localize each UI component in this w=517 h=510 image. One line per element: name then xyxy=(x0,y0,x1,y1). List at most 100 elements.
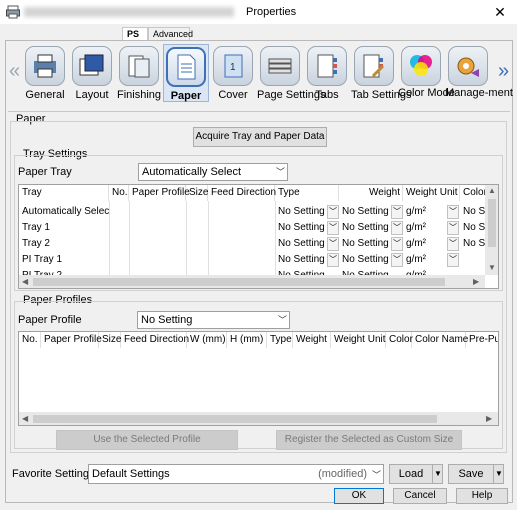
table-row-unit[interactable]: g/m² xyxy=(403,220,447,236)
table-row-tray[interactable]: Automatically Select xyxy=(19,204,109,220)
chevron-down-icon[interactable]: ﹀ xyxy=(391,237,403,251)
col-size[interactable]: Size xyxy=(186,185,208,201)
table-row-color[interactable]: No Se xyxy=(460,204,486,220)
nav-color-mode-label: Color Mode xyxy=(398,87,455,99)
register-custom-size-button[interactable]: Register the Selected as Custom Size xyxy=(276,430,462,450)
col-w-mm[interactable]: W (mm) xyxy=(187,332,227,348)
modified-indicator: (modified) xyxy=(318,468,367,480)
window-title: Properties xyxy=(246,6,297,18)
table-row-type[interactable]: No Setting xyxy=(275,236,327,252)
table-row-color[interactable]: No Se xyxy=(460,220,486,236)
paper-profile-value: No Setting xyxy=(141,314,193,326)
chevron-down-icon[interactable]: ▼ xyxy=(493,465,504,483)
chevron-down-icon[interactable]: ﹀ xyxy=(447,221,459,235)
col-h-mm[interactable]: H (mm) xyxy=(227,332,267,348)
chevron-down-icon[interactable]: ▼ xyxy=(432,465,443,483)
table-row-unit[interactable]: g/m² xyxy=(403,236,447,252)
nav-general[interactable]: General xyxy=(22,44,68,101)
horizontal-scrollbar[interactable]: ◀ ▶ xyxy=(19,412,498,425)
table-row-unit[interactable]: g/m² xyxy=(403,204,447,220)
col-color[interactable]: Color xyxy=(386,332,413,348)
paper-tray-value: Automatically Select xyxy=(142,166,242,178)
col-paper-profile[interactable]: Paper Profile xyxy=(41,332,102,348)
general-icon xyxy=(25,46,65,86)
paper-tray-select[interactable]: Automatically Select ﹀ xyxy=(138,163,288,181)
table-row-unit[interactable]: g/m² xyxy=(403,252,447,268)
scroll-right-icon[interactable]: » xyxy=(498,60,509,83)
load-button-label: Load xyxy=(398,468,424,480)
chevron-down-icon[interactable]: ﹀ xyxy=(447,253,459,267)
paper-profile-label: Paper Profile xyxy=(18,314,82,326)
table-row-weight[interactable]: No Setting xyxy=(339,204,391,220)
help-button[interactable]: Help xyxy=(456,488,508,504)
nav-tab-settings[interactable]: Tab Settings xyxy=(351,44,412,101)
vertical-scrollbar[interactable]: ▲ ▼ xyxy=(485,185,498,275)
paper-profiles-table[interactable]: No. Paper Profile Size Feed Direction W … xyxy=(18,331,499,426)
favorite-setting-select[interactable]: Default Settings (modified) ﹀ xyxy=(88,464,384,484)
nav-management[interactable]: Manage-ment xyxy=(445,44,513,99)
table-row-tray[interactable]: PI Tray 1 xyxy=(19,252,109,268)
chevron-down-icon[interactable]: ﹀ xyxy=(327,205,339,219)
chevron-down-icon[interactable]: ﹀ xyxy=(447,205,459,219)
tray-settings-table[interactable]: Tray No. Paper Profile Size Feed Directi… xyxy=(18,184,499,289)
close-icon[interactable]: ✕ xyxy=(488,3,512,21)
save-button[interactable]: Save ▼ xyxy=(448,464,504,484)
acquire-tray-paper-data-button[interactable]: Acquire Tray and Paper Data xyxy=(193,127,327,147)
horizontal-scrollbar[interactable]: ◀ ▶ xyxy=(19,275,485,288)
chevron-down-icon[interactable]: ﹀ xyxy=(391,221,403,235)
col-color-name[interactable]: Color Name xyxy=(412,332,468,348)
nav-tabs[interactable]: Tabs xyxy=(304,44,350,101)
col-weight-unit[interactable]: Weight Unit xyxy=(403,185,460,201)
nav-color-mode[interactable]: Color Mode xyxy=(398,44,455,99)
scroll-left-icon[interactable]: « xyxy=(9,60,20,83)
nav-page-settings[interactable]: Page Settings xyxy=(257,44,326,101)
nav-finishing[interactable]: Finishing xyxy=(116,44,162,101)
chevron-down-icon[interactable]: ﹀ xyxy=(391,253,403,267)
table-row-weight[interactable]: No Setting xyxy=(339,220,391,236)
svg-text:1: 1 xyxy=(230,62,236,73)
col-weight[interactable]: Weight xyxy=(339,185,403,201)
paper-profile-select[interactable]: No Setting ﹀ xyxy=(137,311,290,329)
table-row-type[interactable]: No Setting xyxy=(275,252,327,268)
col-size[interactable]: Size xyxy=(99,332,121,348)
management-icon xyxy=(448,46,488,86)
nav-management-label: Manage-ment xyxy=(445,87,513,99)
col-feed-direction[interactable]: Feed Direction xyxy=(121,332,189,348)
nav-layout[interactable]: Layout xyxy=(69,44,115,101)
table-row-type[interactable]: No Setting xyxy=(275,204,327,220)
use-selected-profile-button[interactable]: Use the Selected Profile xyxy=(56,430,238,450)
col-weight-unit[interactable]: Weight Unit xyxy=(331,332,386,348)
chevron-down-icon[interactable]: ﹀ xyxy=(327,237,339,251)
chevron-down-icon[interactable]: ﹀ xyxy=(327,253,339,267)
page-settings-icon xyxy=(260,46,300,86)
col-no[interactable]: No. xyxy=(19,332,41,348)
table-row-type[interactable]: No Setting xyxy=(275,220,327,236)
col-weight[interactable]: Weight xyxy=(293,332,331,348)
col-paper-profile[interactable]: Paper Profile xyxy=(129,185,190,201)
col-type[interactable]: Type xyxy=(267,332,293,348)
table-row-weight[interactable]: No Setting xyxy=(339,252,391,268)
chevron-down-icon[interactable]: ﹀ xyxy=(327,221,339,235)
tab-advanced[interactable]: Advanced xyxy=(148,27,193,41)
cancel-button[interactable]: Cancel xyxy=(393,488,447,504)
table-row-tray[interactable]: Tray 1 xyxy=(19,220,109,236)
col-no[interactable]: No. xyxy=(109,185,129,201)
nav-layout-label: Layout xyxy=(75,89,109,101)
table-row-weight[interactable]: No Setting xyxy=(339,236,391,252)
tab-ps[interactable]: PS xyxy=(122,27,148,41)
ok-button[interactable]: OK xyxy=(334,488,384,504)
nav-page-settings-label: Page Settings xyxy=(257,89,326,101)
col-type[interactable]: Type xyxy=(275,185,339,201)
table-row-color[interactable]: No Se xyxy=(460,236,486,252)
table-row-tray[interactable]: Tray 2 xyxy=(19,236,109,252)
col-feed-direction[interactable]: Feed Direction xyxy=(208,185,276,201)
col-tray[interactable]: Tray xyxy=(19,185,109,201)
col-pre-punched[interactable]: Pre-Pun xyxy=(466,332,498,348)
load-button[interactable]: Load ▼ xyxy=(389,464,443,484)
nav-paper[interactable]: Paper xyxy=(163,44,209,102)
chevron-down-icon[interactable]: ﹀ xyxy=(447,237,459,251)
scroll-left-icon: ◀ xyxy=(22,277,29,286)
chevron-down-icon: ﹀ xyxy=(275,167,285,177)
nav-cover[interactable]: 1 Cover xyxy=(210,44,256,101)
chevron-down-icon[interactable]: ﹀ xyxy=(391,205,403,219)
